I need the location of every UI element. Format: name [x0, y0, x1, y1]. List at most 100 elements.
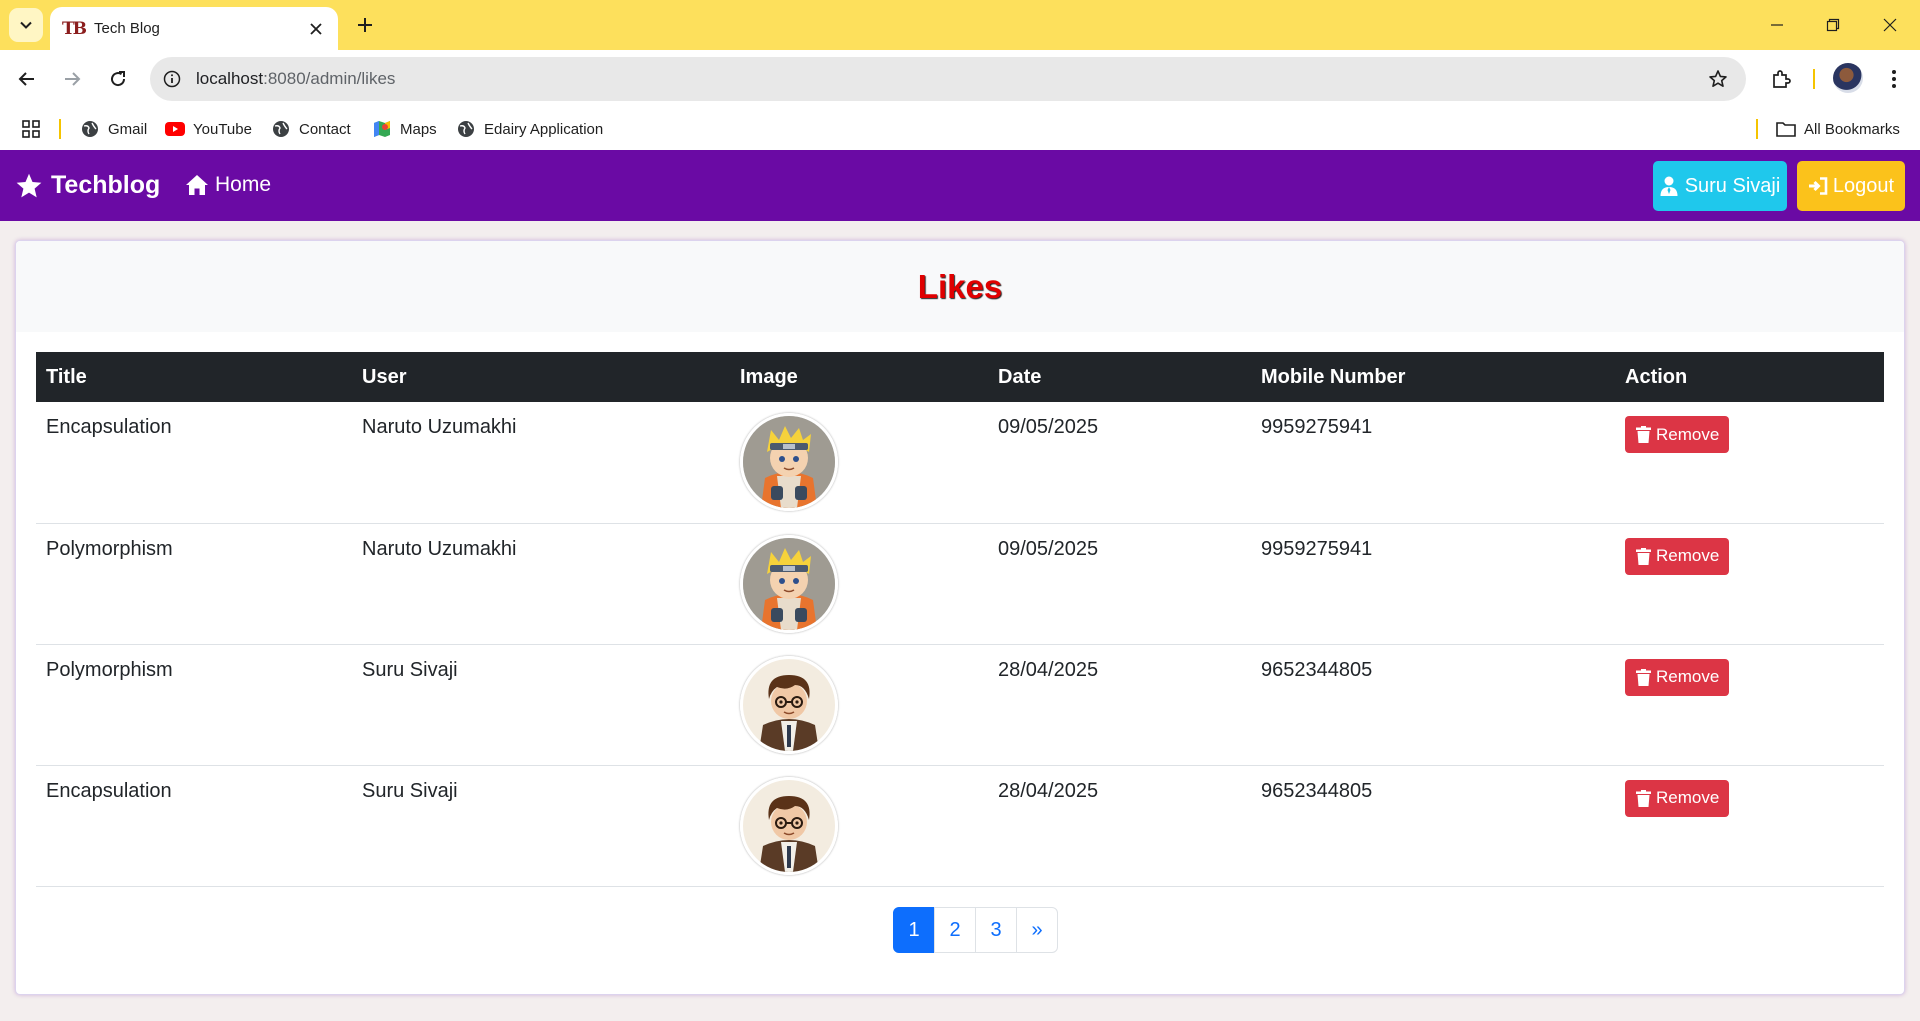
url-text: localhost:8080/admin/likes — [196, 69, 1704, 89]
logout-label: Logout — [1832, 174, 1895, 197]
bookmarks-bar: Gmail YouTube Contact Maps Edairy Applic… — [0, 108, 1920, 150]
folder-icon — [1776, 119, 1796, 139]
bookmark-youtube[interactable]: YouTube — [165, 118, 252, 140]
user-button-label: Suru Sivaji — [1684, 174, 1781, 197]
naruto-avatar — [740, 534, 838, 633]
star-icon — [15, 172, 43, 200]
all-bookmarks-label: All Bookmarks — [1804, 120, 1900, 138]
bookmark-contact[interactable]: Contact — [271, 118, 351, 140]
toolbar-separator — [1813, 69, 1815, 89]
bookmark-edairy[interactable]: Edairy Application — [456, 118, 603, 140]
remove-label: Remove — [1656, 788, 1720, 807]
sign-out-icon — [1808, 176, 1828, 196]
browser-tab-active[interactable]: TB Tech Blog — [50, 7, 338, 50]
page-link-3[interactable]: 3 — [975, 907, 1017, 953]
page-link-1[interactable]: 1 — [893, 907, 935, 953]
cell-user: Suru Sivaji — [352, 765, 730, 887]
trash-icon — [1636, 789, 1652, 807]
bookmark-star-icon[interactable] — [1704, 65, 1732, 93]
remove-label: Remove — [1656, 667, 1720, 686]
minimize-button[interactable] — [1764, 12, 1790, 38]
table-row: Encapsulation Naruto Uzumakhi 09/05/2025… — [36, 402, 1884, 524]
cell-mobile: 9959275941 — [1251, 523, 1615, 645]
close-window-button[interactable] — [1877, 12, 1903, 38]
cell-title: Polymorphism — [36, 523, 352, 645]
bookmark-label: Maps — [400, 120, 437, 138]
apps-grid-icon — [22, 120, 40, 138]
arrow-right-icon — [65, 72, 81, 86]
column-header-mobile: Mobile Number — [1251, 352, 1615, 402]
nav-home-label: Home — [215, 173, 272, 196]
bookmarks-separator — [1756, 119, 1758, 139]
bookmark-label: YouTube — [193, 120, 252, 138]
brand-link[interactable]: Techblog — [15, 171, 160, 200]
boy-avatar — [740, 655, 838, 754]
page-link-next[interactable]: » — [1016, 907, 1058, 953]
cell-action: Remove — [1615, 523, 1884, 645]
reload-button[interactable] — [103, 64, 133, 94]
restore-button[interactable] — [1820, 12, 1846, 38]
trash-icon — [1636, 426, 1652, 444]
user-icon — [1660, 176, 1680, 196]
bookmark-label: Gmail — [108, 120, 148, 138]
cell-date: 09/05/2025 — [988, 402, 1251, 524]
cell-user: Naruto Uzumakhi — [352, 523, 730, 645]
table-row: Polymorphism Suru Sivaji 28/04/2025 9652… — [36, 644, 1884, 766]
menu-button[interactable] — [1879, 64, 1909, 94]
cell-action: Remove — [1615, 402, 1884, 524]
remove-button[interactable]: Remove — [1625, 537, 1730, 575]
cell-date: 28/04/2025 — [988, 765, 1251, 887]
remove-button[interactable]: Remove — [1625, 416, 1730, 453]
cell-date: 28/04/2025 — [988, 644, 1251, 766]
url-host: localhost — [196, 69, 264, 88]
bookmark-gmail[interactable]: Gmail — [80, 118, 147, 140]
cell-title: Polymorphism — [36, 644, 352, 766]
remove-button[interactable]: Remove — [1625, 658, 1730, 696]
cell-user: Suru Sivaji — [352, 644, 730, 766]
cell-action: Remove — [1615, 644, 1884, 766]
cell-image — [730, 644, 988, 766]
plus-icon — [358, 18, 372, 32]
url-path: :8080/admin/likes — [263, 69, 396, 88]
page-link-2[interactable]: 2 — [934, 907, 976, 953]
minimize-icon — [1771, 24, 1783, 26]
nav-home-link[interactable]: Home — [185, 173, 271, 197]
globe-icon — [456, 119, 476, 139]
app-navbar: Techblog Home Suru Sivaji Logout — [0, 150, 1920, 221]
tab-favicon: TB — [62, 18, 87, 39]
column-header-image: Image — [730, 352, 988, 402]
home-icon — [185, 173, 209, 197]
cell-date: 09/05/2025 — [988, 523, 1251, 645]
table-row: Encapsulation Suru Sivaji 28/04/2025 965… — [36, 765, 1884, 887]
site-info-icon[interactable] — [162, 69, 182, 89]
address-bar[interactable]: localhost:8080/admin/likes — [150, 57, 1746, 101]
tab-close-icon[interactable] — [306, 19, 326, 39]
tab-title: Tech Blog — [94, 20, 160, 37]
remove-label: Remove — [1656, 424, 1720, 444]
kebab-menu-icon — [1892, 70, 1896, 88]
reload-icon — [111, 71, 126, 87]
likes-card: Likes Title User Image Date Mobile Numbe… — [15, 240, 1905, 995]
back-button[interactable] — [12, 64, 42, 94]
user-profile-button[interactable]: Suru Sivaji — [1653, 161, 1787, 211]
forward-button[interactable] — [57, 64, 87, 94]
profile-avatar[interactable] — [1833, 63, 1863, 93]
tab-search-button[interactable] — [9, 8, 43, 42]
arrow-left-icon — [18, 72, 34, 86]
bookmark-label: Edairy Application — [484, 120, 604, 138]
remove-button[interactable]: Remove — [1625, 779, 1730, 817]
cell-action: Remove — [1615, 765, 1884, 887]
cell-image — [730, 765, 988, 887]
likes-table: Title User Image Date Mobile Number Acti… — [36, 352, 1884, 887]
apps-button[interactable] — [22, 118, 40, 140]
chevron-down-icon — [20, 21, 32, 29]
column-header-date: Date — [988, 352, 1251, 402]
cell-title: Encapsulation — [36, 402, 352, 524]
all-bookmarks[interactable]: All Bookmarks — [1776, 118, 1900, 140]
logout-button[interactable]: Logout — [1797, 161, 1905, 211]
new-tab-button[interactable] — [352, 12, 378, 38]
column-header-title: Title — [36, 352, 352, 402]
bookmark-maps[interactable]: Maps — [372, 118, 437, 140]
trash-icon — [1636, 668, 1652, 686]
extensions-button[interactable] — [1766, 64, 1796, 94]
